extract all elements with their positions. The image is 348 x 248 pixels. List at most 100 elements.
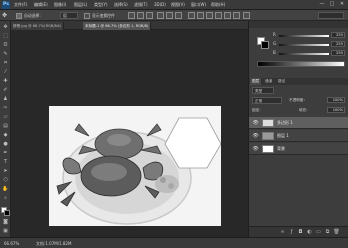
options-bar: ✥ 自动选择： 组 显示变换控件 [0,10,348,21]
zoom-level[interactable]: 66.67% [4,241,19,246]
gradient-tool-icon[interactable]: ▤ [2,123,9,130]
menu-help[interactable]: 帮助(H) [211,2,225,8]
tab-untitled-1[interactable]: 未标题-1 @ 66.7% (多边形 1, RGB/8) [83,22,152,30]
eyedropper-tool-icon[interactable]: ⁄ [2,69,9,76]
close-icon[interactable]: ✕ [338,1,346,8]
tab-crab-jpg[interactable]: 螃蟹.jpg @ 66.7%(RGB/8#) [11,22,65,30]
workspace-switcher[interactable] [318,12,344,19]
blend-mode-dropdown[interactable]: 正常 [252,97,282,104]
fx-icon[interactable]: ƒ [288,229,295,236]
slider-r-track[interactable] [279,35,329,37]
app-logo: Ps [2,1,10,9]
distribute-2-icon[interactable] [197,12,204,19]
shape-tool-icon[interactable]: ⬡ [2,177,9,184]
menu-layer[interactable]: 图层(L) [74,2,87,8]
color-ramp[interactable] [257,61,345,67]
layer-name: 背景 [277,146,285,151]
tab-channels[interactable]: 通道 [263,78,274,85]
opacity-value[interactable]: 100% [327,97,345,103]
canvas-workspace[interactable] [11,30,248,237]
color-panel-tabs [249,21,348,28]
layer-row[interactable]: 👁 图层 1 [249,130,348,142]
align-top-icon[interactable] [128,12,135,19]
history-brush-tool-icon[interactable]: ✑ [2,105,9,112]
screen-mode-icon[interactable]: ▣ [2,228,9,235]
move-tool-icon[interactable]: ✥ [2,12,12,19]
quick-mask-icon[interactable]: ◙ [2,219,9,226]
new-layer-icon[interactable]: ⧉ [324,229,331,236]
blur-tool-icon[interactable]: ◆ [2,132,9,139]
eraser-tool-icon[interactable]: ▱ [2,114,9,121]
menu-bar: Ps 文件(F) 编辑(E) 图像(I) 图层(L) 类型(Y) 选择(S) 滤… [0,0,348,10]
menu-3d[interactable]: 3D(D) [154,2,166,7]
dodge-tool-icon[interactable]: ● [2,141,9,148]
align-left-icon[interactable] [157,12,164,19]
slider-r-value[interactable]: 255 [331,32,345,38]
slider-r-label: R [273,32,276,37]
tab-paths[interactable]: 路径 [276,78,287,85]
background-color-swatch[interactable] [4,210,10,216]
menu-filter[interactable]: 滤镜(T) [134,2,148,8]
tab-label: 未标题-1 @ 66.7% (多边形 1, RGB/8) [85,24,149,28]
layer-row[interactable]: 👁 背景 [249,143,348,155]
quick-select-tool-icon[interactable]: ✎ [2,51,9,58]
mask-icon[interactable]: ◘ [297,229,304,236]
distribute-4-icon[interactable] [215,12,222,19]
menu-view[interactable]: 视图(V) [171,2,185,8]
menu-edit[interactable]: 编辑(E) [34,2,48,8]
auto-select-dropdown[interactable]: 组 [60,12,78,19]
move-tool-icon[interactable]: ✥ [2,24,9,31]
type-tool-icon[interactable]: T [2,159,9,166]
slider-g-value[interactable]: 255 [331,41,345,47]
right-panels: R 255 G 255 B 255 图层 通道 路径 类型 正常 不透明度： 1… [248,21,348,237]
minimize-icon[interactable]: — [318,1,326,8]
marquee-tool-icon[interactable]: ⬚ [2,33,9,40]
healing-tool-icon[interactable]: ✚ [2,78,9,85]
hand-tool-icon[interactable]: ✋ [2,186,9,193]
maximize-icon[interactable]: □ [328,1,336,8]
align-bottom-icon[interactable] [146,12,153,19]
eye-icon[interactable]: 👁 [252,120,259,126]
menu-image[interactable]: 图像(I) [54,2,66,8]
slider-b-value[interactable]: 255 [331,50,345,56]
distribute-3-icon[interactable] [206,12,213,19]
menu-select[interactable]: 选择(S) [114,2,128,8]
tab-label: 螃蟹.jpg @ 66.7%(RGB/8#) [13,24,62,28]
fill-value[interactable]: 100% [327,107,345,113]
align-vcenter-icon[interactable] [137,12,144,19]
layer-thumbnail [262,145,274,153]
trash-icon[interactable]: 🗑 [333,229,340,236]
adjustment-icon[interactable]: ◐ [306,229,313,236]
align-hcenter-icon[interactable] [166,12,173,19]
layer-name: 多边形 1 [277,120,293,125]
path-select-tool-icon[interactable]: ➤ [2,168,9,175]
distribute-5-icon[interactable] [224,12,231,19]
brush-tool-icon[interactable]: ✐ [2,87,9,94]
menu-type[interactable]: 类型(Y) [94,2,108,8]
menu-window[interactable]: 窗口(W) [191,2,206,8]
layer-name: 图层 1 [277,133,289,138]
slider-g-track[interactable] [279,44,329,46]
show-transform-checkbox[interactable] [84,12,90,19]
layer-row[interactable]: 👁 多边形 1 [249,117,348,129]
distribute-6-icon[interactable] [233,12,240,19]
layer-filter-dropdown[interactable]: 类型 [252,87,274,94]
auto-select-checkbox[interactable] [16,12,22,19]
distribute-1-icon[interactable] [188,12,195,19]
align-right-icon[interactable] [175,12,182,19]
group-icon[interactable]: ▭ [315,229,322,236]
tab-layers[interactable]: 图层 [250,78,262,85]
crop-tool-icon[interactable]: ⌗ [2,60,9,67]
zoom-tool-icon[interactable]: ⌕ [2,195,9,202]
eye-icon[interactable]: 👁 [252,146,259,152]
link-icon[interactable]: ∞ [279,229,286,236]
eye-icon[interactable]: 👁 [252,133,259,139]
pen-tool-icon[interactable]: ✒ [2,150,9,157]
document-canvas[interactable] [49,106,221,226]
menu-file[interactable]: 文件(F) [14,2,27,8]
lasso-tool-icon[interactable]: ʘ [2,42,9,49]
stamp-tool-icon[interactable]: ♟ [2,96,9,103]
slider-b-track[interactable] [279,53,329,55]
auto-align-icon[interactable] [243,12,250,19]
color-bg-swatch[interactable] [261,41,269,49]
